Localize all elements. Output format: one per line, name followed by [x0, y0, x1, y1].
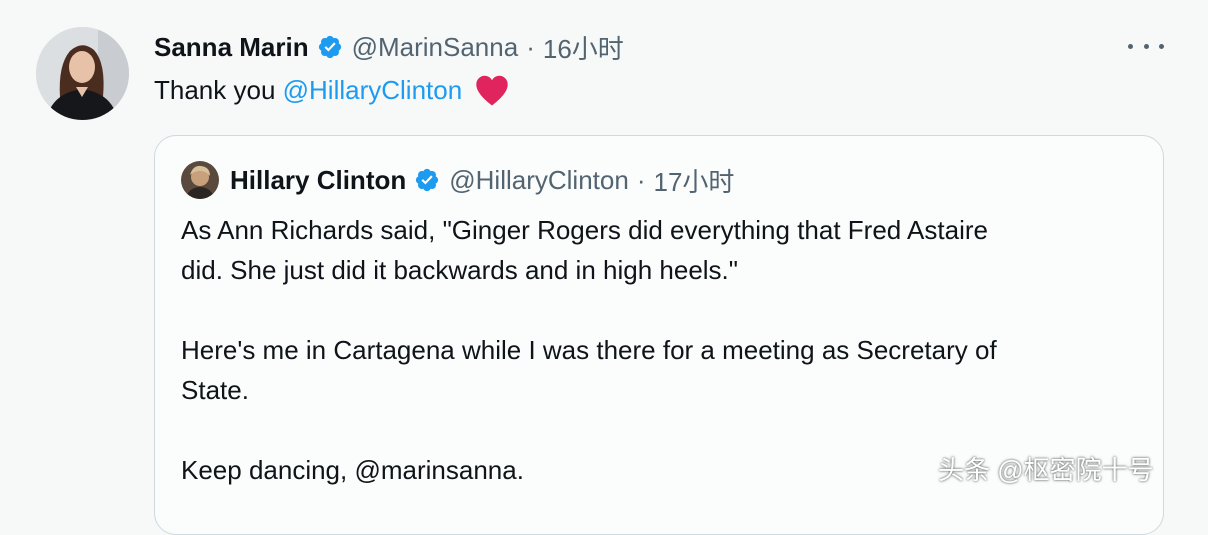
author-name[interactable]: Sanna Marin	[154, 32, 309, 63]
verified-icon	[317, 34, 343, 60]
quote-line-end: .	[516, 455, 524, 485]
quote-author-handle[interactable]: @HillaryClinton	[449, 165, 629, 196]
tweet-text-body: Thank you	[154, 75, 283, 105]
author-handle[interactable]: @MarinSanna	[352, 32, 519, 63]
quote-mention-text: @marinsanna	[354, 455, 517, 485]
sanna-marin-avatar[interactable]	[36, 27, 129, 120]
hillary-clinton-avatar[interactable]	[181, 161, 219, 199]
red-heart-icon	[474, 74, 510, 106]
quote-line: Here's me in Cartagena while I was there…	[181, 335, 997, 365]
verified-icon	[414, 167, 440, 193]
quote-line: did. She just did it backwards and in hi…	[181, 255, 739, 285]
mention-link[interactable]: @HillaryClinton	[283, 73, 463, 107]
quote-author-name[interactable]: Hillary Clinton	[230, 165, 406, 196]
quote-line: As Ann Richards said, "Ginger Rogers did…	[181, 215, 988, 245]
tweet-text: Thank you @HillaryClinton	[154, 73, 510, 107]
quote-time[interactable]: 17小时	[653, 162, 734, 199]
separator-dot: ·	[526, 31, 535, 62]
tweet-time[interactable]: 16小时	[543, 29, 624, 66]
more-options-icon[interactable]	[1128, 33, 1164, 59]
separator-dot: ·	[636, 164, 646, 195]
quote-text: As Ann Richards said, "Ginger Rogers did…	[181, 210, 1141, 490]
quote-header: Hillary Clinton @HillaryClinton · 17小时	[181, 160, 734, 200]
tweet-header: Sanna Marin @MarinSanna · 16小时	[154, 27, 624, 67]
quote-line: State.	[181, 375, 249, 405]
watermark: 头条 @枢密院十号	[938, 455, 1154, 485]
quote-line-text: Keep dancing,	[181, 455, 355, 485]
